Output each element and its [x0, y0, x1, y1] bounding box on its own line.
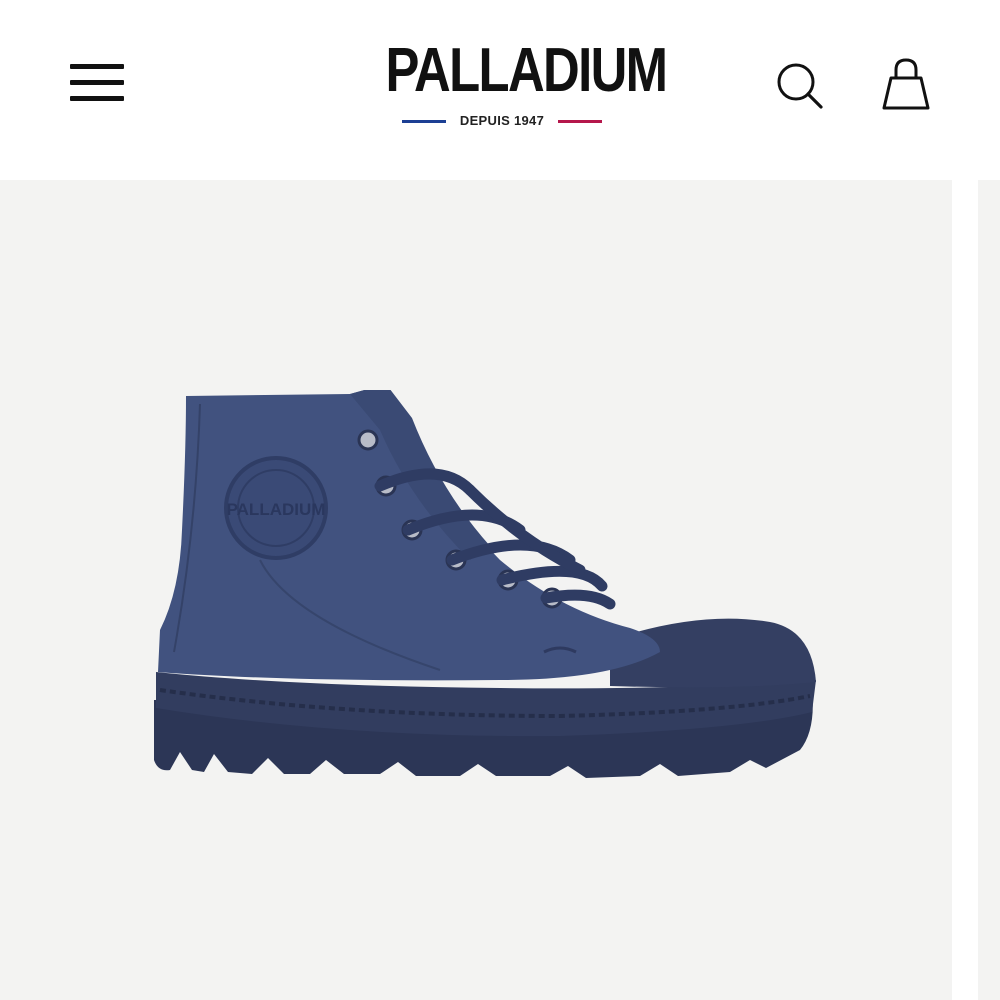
next-image-slide-peek[interactable]: [978, 180, 1000, 1000]
site-header: PALLADIUM DEPUIS 1947: [0, 0, 1000, 180]
hamburger-line: [70, 96, 124, 101]
product-image: PALLADIUM: [154, 390, 816, 778]
tagline-blue-line: [402, 120, 446, 123]
hamburger-line: [70, 80, 124, 85]
menu-button[interactable]: [70, 62, 126, 106]
hamburger-line: [70, 64, 124, 69]
brand-tagline-row: DEPUIS 1947: [360, 110, 644, 134]
shopping-bag-icon: [882, 58, 930, 110]
cart-button[interactable]: [878, 56, 934, 116]
badge-brand: PALLADIUM: [227, 500, 326, 519]
brand-tagline: DEPUIS 1947: [459, 113, 545, 128]
product-image-gallery[interactable]: PALLADIUM: [0, 180, 1000, 1000]
tagline-red-line: [558, 120, 602, 123]
product-image-slide[interactable]: PALLADIUM: [0, 180, 952, 1000]
search-icon: [777, 63, 823, 109]
search-button[interactable]: [774, 60, 826, 112]
brand-name: PALLADIUM: [385, 36, 668, 105]
brand-logo[interactable]: PALLADIUM DEPUIS 1947: [360, 36, 668, 136]
